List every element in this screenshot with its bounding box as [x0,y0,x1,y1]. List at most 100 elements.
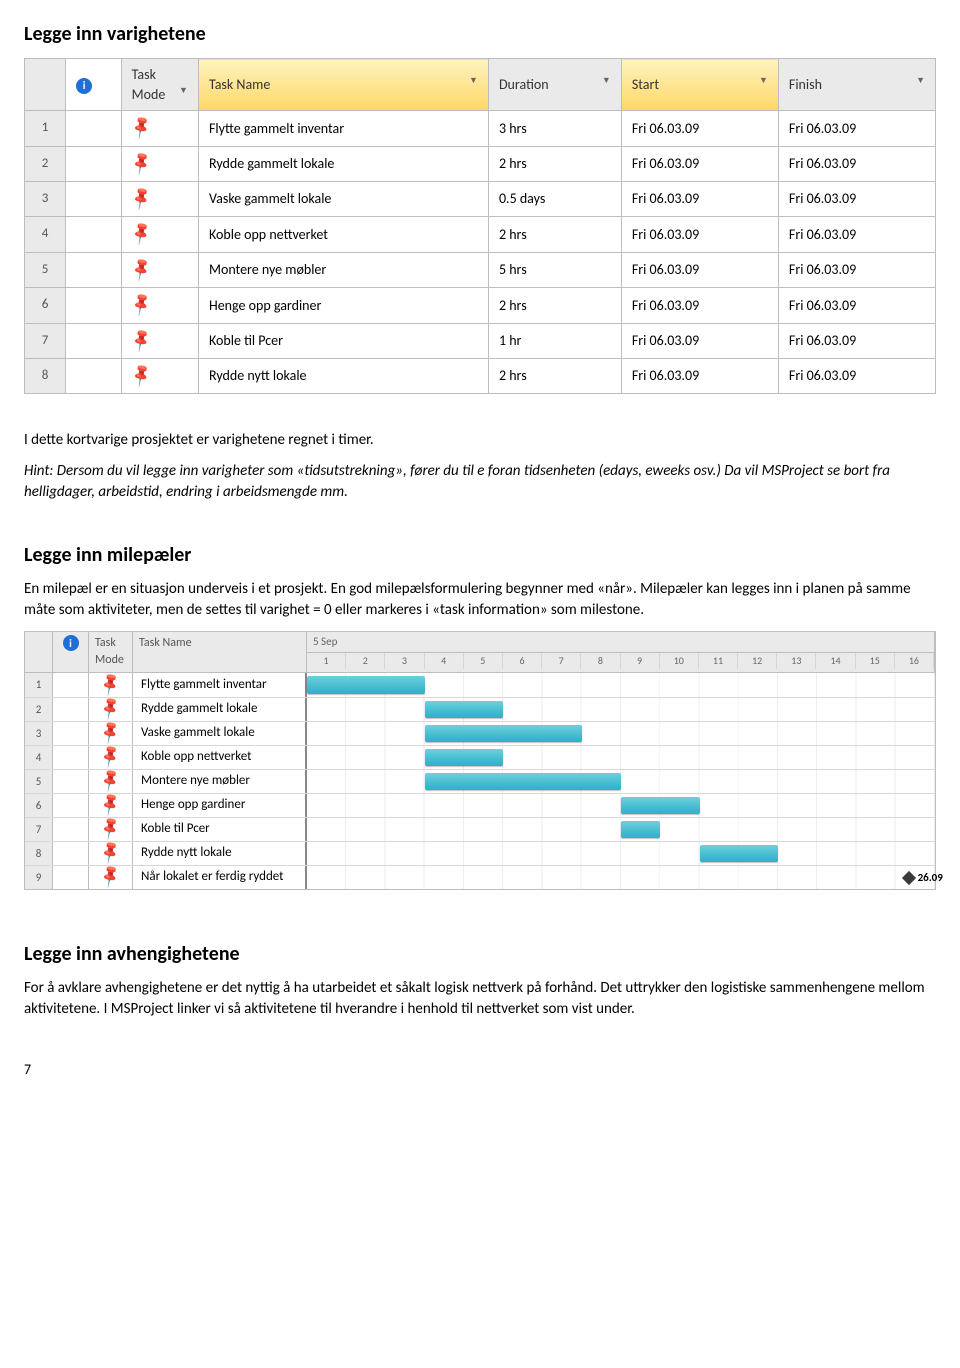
task-mode-cell[interactable]: 📌 [89,698,133,721]
duration-cell[interactable]: 2 hrs [488,358,621,393]
duration-cell[interactable]: 5 hrs [488,252,621,287]
task-mode-cell[interactable]: 📌 [121,323,198,358]
task-mode-cell[interactable]: 📌 [121,288,198,323]
task-name-cell[interactable]: Rydde gammelt lokale [198,146,488,181]
finish-cell[interactable]: Fri 06.03.09 [778,146,935,181]
task-name-cell[interactable]: Henge opp gardiner [133,794,307,817]
task-name-cell[interactable]: Flytte gammelt inventar [133,673,307,697]
gantt-row[interactable]: 4📌Koble opp nettverket [25,745,935,769]
gantt-col-mode[interactable]: Task Mode [89,632,133,672]
table-row[interactable]: 2📌Rydde gammelt lokale2 hrsFri 06.03.09F… [25,146,936,181]
gantt-col-indicator[interactable]: i [53,632,89,672]
task-name-cell[interactable]: Vaske gammelt lokale [198,181,488,216]
timeline-cell[interactable] [307,698,935,721]
task-mode-cell[interactable]: 📌 [121,181,198,216]
gantt-bar[interactable] [425,701,504,718]
table-row[interactable]: 8📌Rydde nytt lokale2 hrsFri 06.03.09Fri … [25,358,936,393]
task-mode-cell[interactable]: 📌 [121,358,198,393]
timeline-cell[interactable] [307,818,935,841]
gantt-row[interactable]: 1📌Flytte gammelt inventar [25,673,935,697]
task-mode-cell[interactable]: 📌 [89,818,133,841]
start-cell[interactable]: Fri 06.03.09 [621,146,778,181]
gantt-bar[interactable] [700,845,779,862]
table-row[interactable]: 4📌Koble opp nettverket2 hrsFri 06.03.09F… [25,217,936,252]
task-mode-cell[interactable]: 📌 [121,146,198,181]
task-name-cell[interactable]: Montere nye møbler [133,770,307,793]
gantt-bar[interactable] [425,773,621,790]
gantt-row[interactable]: 9📌Når lokalet er ferdig ryddet26.09 [25,865,935,889]
start-cell[interactable]: Fri 06.03.09 [621,252,778,287]
timeline-cell[interactable] [307,842,935,865]
task-name-cell[interactable]: Rydde nytt lokale [133,842,307,865]
gantt-col-name[interactable]: Task Name [133,632,307,672]
task-name-cell[interactable]: Vaske gammelt lokale [133,722,307,745]
milestone-icon[interactable] [902,871,916,885]
gantt-row[interactable]: 7📌Koble til Pcer [25,817,935,841]
task-name-cell[interactable]: Koble opp nettverket [198,217,488,252]
start-cell[interactable]: Fri 06.03.09 [621,323,778,358]
task-name-cell[interactable]: Koble til Pcer [198,323,488,358]
task-name-cell[interactable]: Rydde gammelt lokale [133,698,307,721]
timeline-cell[interactable] [307,746,935,769]
duration-cell[interactable]: 0.5 days [488,181,621,216]
finish-cell[interactable]: Fri 06.03.09 [778,288,935,323]
task-name-cell[interactable]: Henge opp gardiner [198,288,488,323]
finish-cell[interactable]: Fri 06.03.09 [778,358,935,393]
task-name-cell[interactable]: Koble til Pcer [133,818,307,841]
col-task-mode[interactable]: Task Mode▼ [121,59,198,111]
finish-cell[interactable]: Fri 06.03.09 [778,323,935,358]
table-row[interactable]: 7📌Koble til Pcer1 hrFri 06.03.09Fri 06.0… [25,323,936,358]
task-mode-cell[interactable]: 📌 [89,722,133,745]
task-mode-cell[interactable]: 📌 [89,842,133,865]
col-duration[interactable]: Duration▼ [488,59,621,111]
timeline-cell[interactable]: 26.09 [307,866,935,889]
task-name-cell[interactable]: Flytte gammelt inventar [198,111,488,146]
gantt-row[interactable]: 8📌Rydde nytt lokale [25,841,935,865]
gantt-bar[interactable] [621,821,660,838]
start-cell[interactable]: Fri 06.03.09 [621,111,778,146]
gantt-bar[interactable] [307,676,425,694]
gantt-row[interactable]: 6📌Henge opp gardiner [25,793,935,817]
gantt-row[interactable]: 2📌Rydde gammelt lokale [25,697,935,721]
table-row[interactable]: 6📌Henge opp gardiner2 hrsFri 06.03.09Fri… [25,288,936,323]
task-mode-cell[interactable]: 📌 [121,217,198,252]
finish-cell[interactable]: Fri 06.03.09 [778,111,935,146]
table-row[interactable]: 3📌Vaske gammelt lokale0.5 daysFri 06.03.… [25,181,936,216]
finish-cell[interactable]: Fri 06.03.09 [778,181,935,216]
task-name-cell[interactable]: Montere nye møbler [198,252,488,287]
task-mode-cell[interactable]: 📌 [89,794,133,817]
task-name-cell[interactable]: Koble opp nettverket [133,746,307,769]
timeline-cell[interactable] [307,673,935,697]
gantt-bar[interactable] [621,797,700,814]
duration-cell[interactable]: 1 hr [488,323,621,358]
start-cell[interactable]: Fri 06.03.09 [621,288,778,323]
gantt-bar[interactable] [425,725,582,742]
col-finish[interactable]: Finish▼ [778,59,935,111]
start-cell[interactable]: Fri 06.03.09 [621,358,778,393]
task-name-cell[interactable]: Når lokalet er ferdig ryddet [133,866,307,889]
start-cell[interactable]: Fri 06.03.09 [621,181,778,216]
task-mode-cell[interactable]: 📌 [121,111,198,146]
duration-cell[interactable]: 2 hrs [488,146,621,181]
finish-cell[interactable]: Fri 06.03.09 [778,217,935,252]
table-row[interactable]: 1📌Flytte gammelt inventar3 hrsFri 06.03.… [25,111,936,146]
task-mode-cell[interactable]: 📌 [89,673,133,697]
task-mode-cell[interactable]: 📌 [121,252,198,287]
task-mode-cell[interactable]: 📌 [89,866,133,889]
timeline-cell[interactable] [307,794,935,817]
gantt-row[interactable]: 5📌Montere nye møbler [25,769,935,793]
timeline-cell[interactable] [307,722,935,745]
duration-cell[interactable]: 2 hrs [488,288,621,323]
col-task-name[interactable]: Task Name▼ [198,59,488,111]
finish-cell[interactable]: Fri 06.03.09 [778,252,935,287]
start-cell[interactable]: Fri 06.03.09 [621,217,778,252]
duration-cell[interactable]: 3 hrs [488,111,621,146]
task-mode-cell[interactable]: 📌 [89,746,133,769]
task-name-cell[interactable]: Rydde nytt lokale [198,358,488,393]
gantt-row[interactable]: 3📌Vaske gammelt lokale [25,721,935,745]
task-mode-cell[interactable]: 📌 [89,770,133,793]
timeline-cell[interactable] [307,770,935,793]
gantt-bar[interactable] [425,749,504,766]
table-row[interactable]: 5📌Montere nye møbler5 hrsFri 06.03.09Fri… [25,252,936,287]
col-indicator[interactable]: i [66,59,122,111]
